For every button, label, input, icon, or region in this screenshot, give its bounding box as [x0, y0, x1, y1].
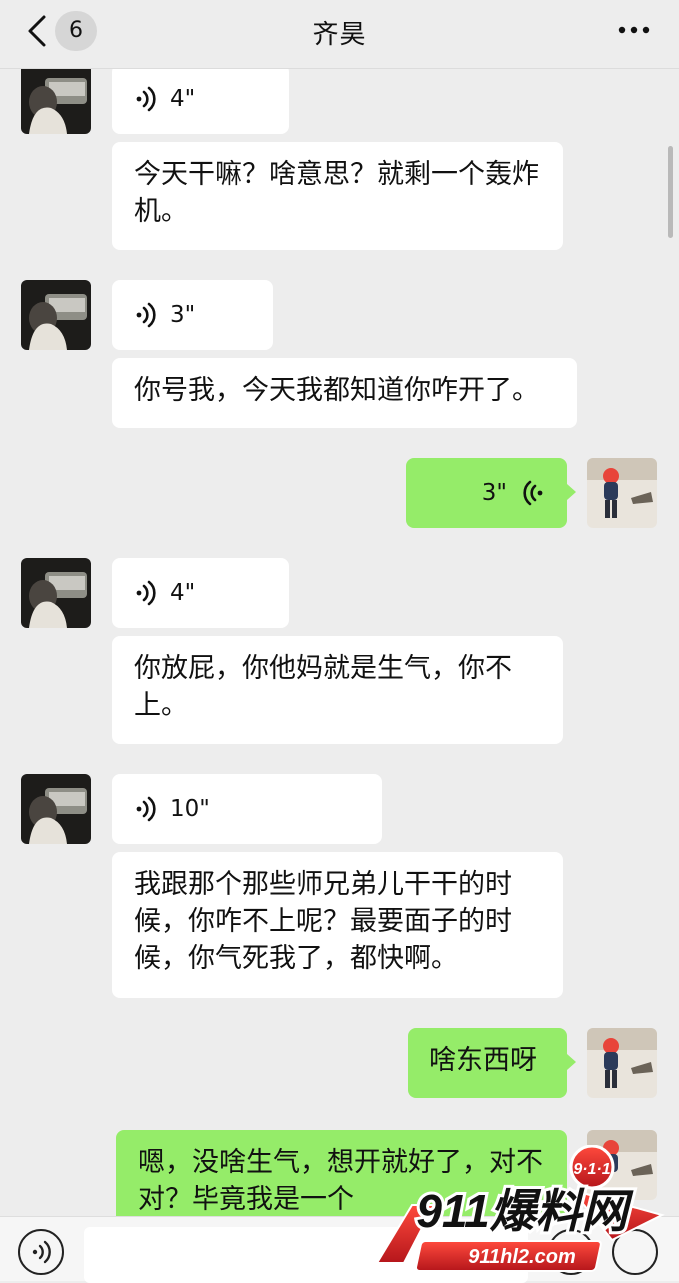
- voice-wave-icon: [136, 796, 156, 822]
- voice-wave-icon: [136, 302, 156, 328]
- voice-wave-icon: [136, 86, 156, 112]
- more-dots-icon[interactable]: [617, 22, 651, 38]
- message-text: 我跟那个那些师兄弟儿干干的时候，你咋不上呢？最要面子的时候，你气死我了，都快啊。: [134, 869, 512, 974]
- my-avatar[interactable]: [587, 1028, 657, 1098]
- voice-message[interactable]: 4": [112, 558, 289, 628]
- chat-title: 齐昊: [312, 20, 367, 50]
- contact-avatar-photo: [21, 64, 91, 134]
- voice-message[interactable]: 10": [112, 774, 382, 844]
- chat-header: 6 齐昊: [0, 0, 679, 69]
- voice-message[interactable]: 4": [112, 64, 289, 134]
- contact-avatar[interactable]: [21, 64, 91, 134]
- voice-duration: 4": [170, 579, 196, 606]
- voice-duration: 4": [170, 85, 196, 112]
- contact-avatar-photo: [21, 280, 91, 350]
- message-text: 你号我，今天我都知道你咋开了。: [134, 375, 539, 406]
- contact-avatar[interactable]: [21, 280, 91, 350]
- watermark-brand-text: 911爆料网: [416, 1185, 633, 1237]
- voice-mode-icon[interactable]: [18, 1229, 64, 1275]
- contact-avatar[interactable]: [21, 774, 91, 844]
- watermark-badge-text: 9·1·1: [573, 1161, 610, 1178]
- voice-duration: 3": [170, 301, 196, 328]
- bubble-tail: [567, 1054, 576, 1070]
- text-message[interactable]: 你放屁，你他妈就是生气，你不上。: [112, 636, 563, 744]
- text-message[interactable]: 你号我，今天我都知道你咋开了。: [112, 358, 577, 428]
- my-avatar[interactable]: [587, 458, 657, 528]
- text-message[interactable]: 我跟那个那些师兄弟儿干干的时候，你咋不上呢？最要面子的时候，你气死我了，都快啊。: [112, 852, 563, 998]
- contact-avatar-photo: [21, 558, 91, 628]
- voice-message[interactable]: 3": [112, 280, 273, 350]
- voice-mode-glyph: [32, 1240, 51, 1264]
- message-text: 今天干嘛？啥意思？就剩一个轰炸机。: [134, 159, 539, 227]
- watermark-logo: 9·1·1 911爆料网 911hl2.com: [375, 1145, 665, 1272]
- my-avatar-photo: [587, 458, 657, 528]
- watermark-url-text: 911hl2.com: [468, 1246, 575, 1268]
- sent-text-message[interactable]: 啥东西呀: [408, 1028, 567, 1098]
- scrollbar[interactable]: [668, 146, 673, 238]
- contact-avatar[interactable]: [21, 558, 91, 628]
- my-avatar-photo: [587, 1028, 657, 1098]
- voice-duration: 3": [481, 479, 507, 506]
- text-message[interactable]: 今天干嘛？啥意思？就剩一个轰炸机。: [112, 142, 563, 250]
- message-text: 啥东西呀: [429, 1045, 537, 1076]
- contact-avatar-photo: [21, 774, 91, 844]
- voice-wave-icon: [136, 580, 156, 606]
- message-text: 你放屁，你他妈就是生气，你不上。: [134, 653, 512, 721]
- sent-voice-message[interactable]: 3": [406, 458, 567, 528]
- voice-wave-icon: [523, 480, 543, 506]
- voice-duration: 10": [170, 795, 210, 822]
- bubble-tail: [567, 484, 576, 500]
